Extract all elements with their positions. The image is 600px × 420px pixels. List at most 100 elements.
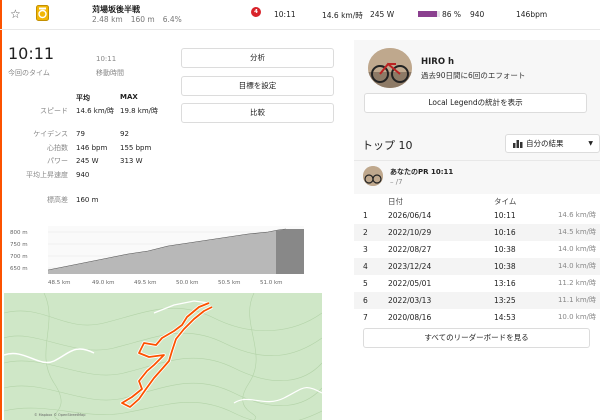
rank-cell: 5 — [363, 279, 368, 288]
map-attribution: © Mapbox © OpenStreetMap — [34, 413, 86, 417]
y-tick-750: 750 m — [10, 242, 28, 248]
header-power: 245 W — [370, 10, 395, 19]
stat-label: 平均上昇速度 — [26, 171, 68, 179]
segment-meta: 2.48 km 160 m 6.4% — [92, 15, 190, 24]
bar-chart-icon — [513, 140, 523, 148]
accent-bar — [0, 0, 2, 420]
segment-grade: 6.4% — [162, 15, 182, 24]
speed-cell: 14.0 km/時 — [557, 262, 596, 270]
time-cell: 14:53 — [494, 313, 516, 322]
header-heart-rate: 146bpm — [516, 10, 548, 19]
rank-cell: 1 — [363, 211, 368, 220]
effort-count: 過去90日間に6回のエフォート — [421, 71, 526, 80]
rank-cell: 6 — [363, 296, 368, 305]
chevron-down-icon: ▼ — [588, 140, 593, 147]
moving-label: 移動時間 — [96, 69, 124, 77]
compare-button[interactable]: 比較 — [181, 103, 334, 123]
segment-map[interactable]: © Mapbox © OpenStreetMap — [4, 293, 322, 420]
view-all-leaderboards-button[interactable]: すべてのリーダーボードを見る — [363, 328, 590, 348]
segment-elevation: 160 m — [130, 15, 155, 24]
elapsed-label: 今回のタイム — [8, 69, 50, 77]
filter-label: 自分の結果 — [526, 139, 564, 148]
stat-max: 313 W — [120, 157, 143, 165]
segment-name[interactable]: 苅場坂後半戦 — [92, 4, 140, 15]
speed-cell: 14.0 km/時 — [557, 245, 596, 253]
top10-title: トップ 10 — [362, 139, 413, 152]
speed-cell: 14.5 km/時 — [557, 228, 596, 236]
stat-row: 平均上昇速度 940 — [8, 171, 168, 189]
date-cell[interactable]: 2022/10/29 — [388, 224, 431, 241]
rank-cell: 2 — [363, 228, 368, 237]
stat-avg: 245 W — [76, 157, 99, 165]
x-tick-49-0: 49.0 km — [92, 280, 115, 286]
leaderboard-row[interactable]: 6 2022/03/13 13:25 11.1 km/時 — [354, 292, 600, 309]
x-tick-51-0: 51.0 km — [260, 280, 283, 286]
rank-cell: 7 — [363, 313, 368, 322]
segment-distance: 2.48 km — [92, 15, 123, 24]
stat-avg: 160 m — [76, 196, 99, 204]
stat-row: スピード 14.6 km/時 19.8 km/時 — [8, 107, 168, 125]
time-cell: 10:38 — [494, 245, 516, 254]
stat-avg: 14.6 km/時 — [76, 107, 115, 115]
time-cell: 10:16 — [494, 228, 516, 237]
leaderboard-row[interactable]: 5 2022/05/01 13:16 11.2 km/時 — [354, 275, 600, 292]
x-tick-49-5: 49.5 km — [134, 280, 157, 286]
column-date: 日付 — [388, 197, 403, 206]
leaderboard-row[interactable]: 7 2020/08/16 14:53 10.0 km/時 — [354, 309, 600, 326]
moving-time: 10:11 — [96, 55, 117, 63]
leaderboard-row[interactable]: 2 2022/10/29 10:16 14.5 km/時 — [354, 224, 600, 241]
y-tick-800: 800 m — [10, 230, 28, 236]
stat-label: ケイデンス — [33, 130, 68, 138]
heart-rate-bar-fill — [418, 11, 437, 17]
stat-label: パワー — [47, 157, 68, 165]
rank-cell: 3 — [363, 245, 368, 254]
x-tick-50-0: 50.0 km — [176, 280, 199, 286]
stat-avg: 146 bpm — [76, 144, 108, 152]
stat-row: 標高差 160 m — [8, 196, 168, 206]
y-tick-700: 700 m — [10, 254, 28, 260]
athlete-name[interactable]: HIRO h — [421, 57, 454, 67]
time-cell: 10:38 — [494, 262, 516, 271]
date-cell[interactable]: 2020/08/16 — [388, 309, 431, 326]
stat-label: 標高差 — [47, 196, 68, 204]
stat-row: パワー 245 W 313 W — [8, 157, 168, 167]
segment-header: ☆ 苅場坂後半戦 2.48 km 160 m 6.4% 4 10:11 14.6 k… — [0, 0, 600, 30]
x-tick-50-5: 50.5 km — [218, 280, 241, 286]
stat-label: 心拍数 — [47, 144, 68, 152]
time-cell: 10:11 — [494, 211, 516, 220]
pr-rank: – /7 — [390, 178, 403, 186]
time-cell: 13:16 — [494, 279, 516, 288]
rank-badge: 4 — [251, 7, 261, 17]
results-filter-dropdown[interactable]: 自分の結果 ▼ — [505, 134, 600, 153]
header-time: 10:11 — [274, 10, 296, 19]
date-cell[interactable]: 2026/06/14 — [388, 207, 431, 224]
pr-title: あなたのPR 10:11 — [390, 168, 454, 176]
stat-row: 心拍数 146 bpm 155 bpm — [8, 144, 168, 154]
set-goal-button[interactable]: 目標を設定 — [181, 76, 334, 96]
star-icon[interactable]: ☆ — [10, 8, 22, 20]
y-tick-650: 650 m — [10, 266, 28, 272]
speed-cell: 10.0 km/時 — [557, 313, 596, 321]
date-cell[interactable]: 2022/05/01 — [388, 275, 431, 292]
time-cell: 13:25 — [494, 296, 516, 305]
header-cadence: 940 — [470, 10, 485, 19]
speed-cell: 11.1 km/時 — [557, 296, 596, 304]
date-cell[interactable]: 2022/08/27 — [388, 241, 431, 258]
header-speed: 14.6 km/時 — [322, 11, 363, 20]
leaderboard-row[interactable]: 4 2023/12/24 10:38 14.0 km/時 — [354, 258, 600, 275]
speed-cell: 11.2 km/時 — [557, 279, 596, 287]
date-cell[interactable]: 2022/03/13 — [388, 292, 431, 309]
stat-label: スピード — [40, 107, 68, 115]
local-legend-stats-button[interactable]: Local Legendの統計を表示 — [364, 93, 587, 113]
personal-record-row — [354, 160, 600, 194]
heart-rate-bar — [418, 11, 440, 17]
stat-max: 92 — [120, 130, 129, 138]
elevation-chart: 800 m 750 m 700 m 650 m 48.5 km 49.0 km … — [10, 226, 304, 286]
header-hr-percent: 86 % — [442, 10, 462, 19]
date-cell[interactable]: 2023/12/24 — [388, 258, 431, 275]
analyze-button[interactable]: 分析 — [181, 48, 334, 68]
avatar — [368, 48, 412, 88]
leaderboard-row[interactable]: 1 2026/06/14 10:11 14.6 km/時 — [354, 207, 600, 224]
leaderboard-row[interactable]: 3 2022/08/27 10:38 14.0 km/時 — [354, 241, 600, 258]
x-tick-48-5: 48.5 km — [48, 280, 71, 286]
